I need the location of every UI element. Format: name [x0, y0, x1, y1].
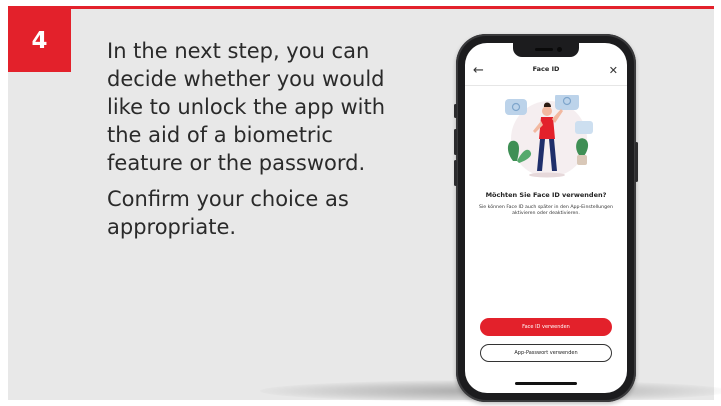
use-face-id-button[interactable]: Face ID verwenden — [480, 318, 612, 336]
person-floor-shadow — [529, 172, 565, 178]
header-divider — [465, 85, 627, 86]
home-indicator — [515, 382, 577, 385]
plant-pot — [577, 155, 587, 165]
close-icon[interactable]: ✕ — [609, 61, 618, 81]
person-head — [542, 106, 552, 116]
front-camera — [557, 47, 562, 52]
plant-left — [507, 140, 519, 161]
use-app-password-button[interactable]: App-Passwort verwenden — [480, 344, 612, 362]
tutorial-step-card: 4 In the next step, you can decide wheth… — [0, 0, 721, 406]
phone-screen: ← Face ID ✕ Möchten Sie Face ID verwende… — [465, 43, 627, 393]
step-instruction-paragraph-2: Confirm your choice as appropriate. — [107, 187, 349, 239]
floating-card-small — [575, 121, 593, 134]
step-instructions: In the next step, you can decide whether… — [107, 37, 407, 249]
face-id-description: Sie können Face ID auch später in den Ap… — [479, 205, 613, 217]
person-torso — [539, 117, 555, 139]
phone-mute-switch — [454, 104, 457, 118]
step-number-badge: 4 — [8, 9, 71, 72]
floating-card-left — [505, 99, 527, 115]
phone-power-button — [635, 142, 638, 182]
screen-header: ← Face ID ✕ — [465, 59, 627, 85]
phone-notch — [513, 43, 579, 57]
face-id-question: Möchten Sie Face ID verwenden? — [485, 191, 607, 199]
speaker-grille — [535, 48, 553, 51]
step-instruction-paragraph-1: In the next step, you can decide whether… — [107, 39, 386, 175]
screen-title: Face ID — [532, 65, 560, 73]
face-id-illustration — [505, 95, 593, 178]
phone-volume-down-button — [454, 160, 457, 186]
phone-volume-up-button — [454, 129, 457, 155]
phone-mockup: ← Face ID ✕ Möchten Sie Face ID verwende… — [454, 34, 638, 402]
